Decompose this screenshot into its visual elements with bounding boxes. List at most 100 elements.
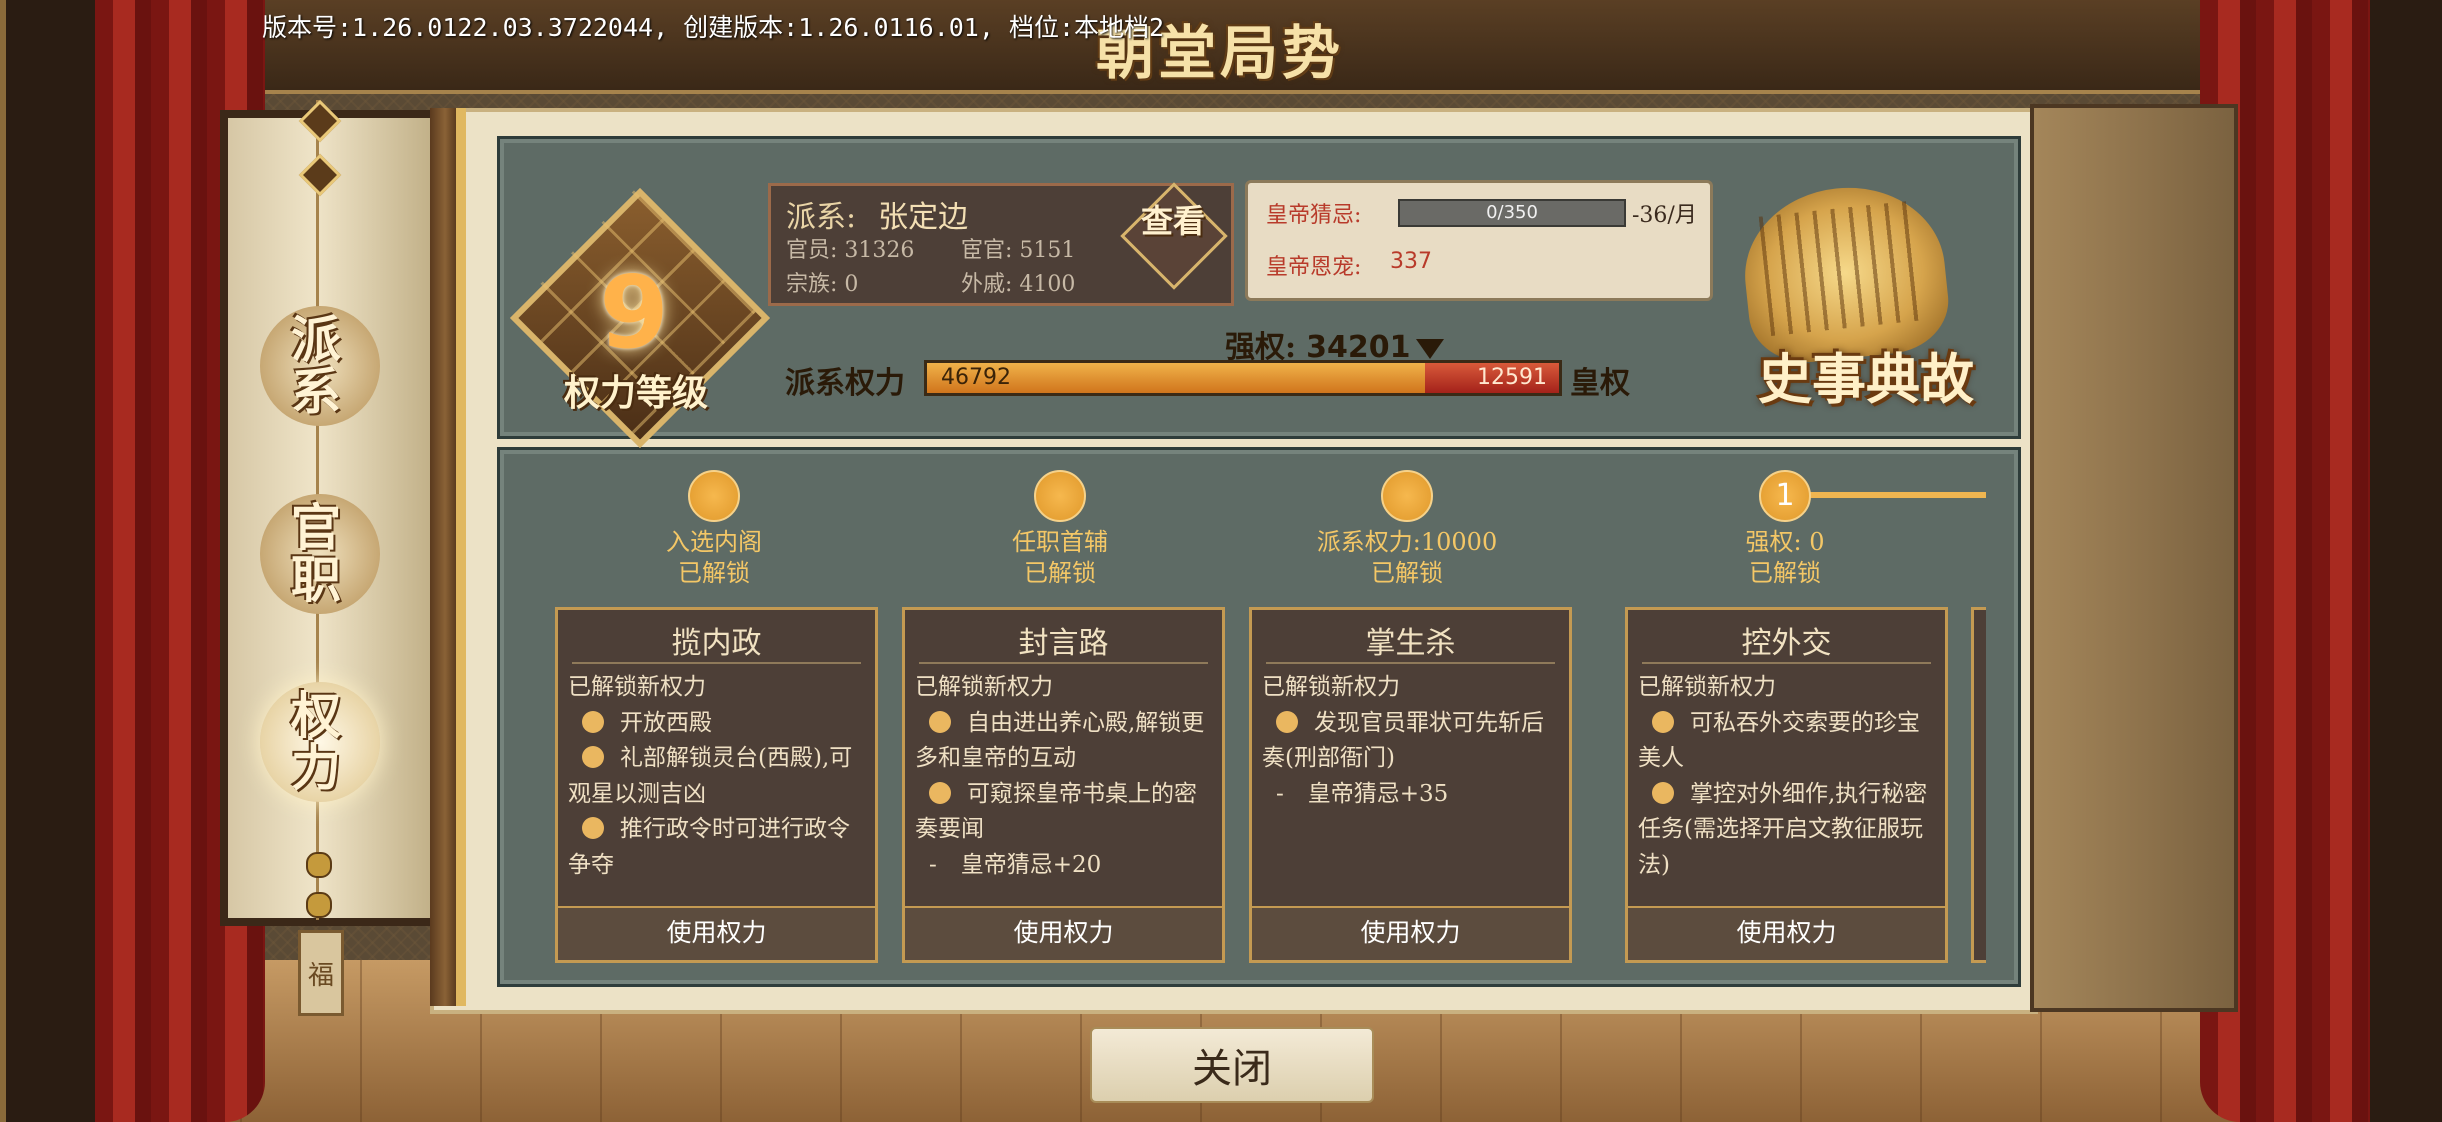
nav-power-label: 权力 <box>291 686 349 797</box>
milestone-title: 强权: 0 <box>1745 528 1825 556</box>
dash-icon: - <box>1276 780 1284 807</box>
card-title: 揽内政 <box>671 626 762 661</box>
eunuch-value: 5151 <box>1019 238 1076 263</box>
favor-value: 337 <box>1390 249 1432 274</box>
eunuch-stat: 宦官: 5151 <box>961 232 1075 264</box>
emperor-box: 皇帝猜忌: 0/350 -36/月 皇帝恩宠: 337 <box>1245 180 1713 301</box>
nav-faction-button[interactable]: 派系 <box>260 306 380 426</box>
use-power-button[interactable]: 使用权力 <box>1628 906 1945 960</box>
nav-office-label: 官职 <box>291 498 349 609</box>
nav-power-button[interactable]: 权力 <box>260 682 380 802</box>
card-item: 推行政令时可进行政令争夺 <box>568 812 865 883</box>
eunuch-label: 宦官: <box>961 238 1013 263</box>
card-body: 已解锁新权力 自由进出养心殿,解锁更多和皇帝的互动 可窥探皇帝书桌上的密奏要闻 … <box>915 670 1212 910</box>
triangle-down-icon <box>1416 339 1445 359</box>
bell-icon <box>306 852 332 878</box>
card-title: 掌生杀 <box>1365 626 1456 661</box>
suspicion-bar-text: 0/350 <box>1486 202 1538 223</box>
card-item-text: 礼部解锁灵台(西殿),可观星以测吉凶 <box>568 745 853 807</box>
use-power-button[interactable]: 使用权力 <box>1252 906 1569 960</box>
card-subtitle: 已解锁新权力 <box>568 674 706 700</box>
faction-name-line: 派系: 张定边 <box>786 192 968 236</box>
card-item-text: 掌控对外细作,执行秘密任务(需选择开启文教征服玩法) <box>1638 780 1928 878</box>
milestone-status: 已解锁 <box>1749 559 1821 587</box>
milestone-label: 派系权力:10000 已解锁 <box>1257 527 1557 589</box>
milestone-status: 已解锁 <box>1371 559 1443 587</box>
bullet-icon <box>582 746 604 768</box>
nav-faction-label: 派系 <box>291 310 349 421</box>
card-item: 开放西殿 <box>568 706 865 742</box>
use-power-button[interactable]: 使用权力 <box>905 906 1222 960</box>
faction-name: 张定边 <box>878 200 969 235</box>
card-item: 自由进出养心殿,解锁更多和皇帝的互动 <box>915 706 1212 777</box>
side-decor-panel <box>2030 104 2238 1012</box>
inlaw-stat: 外戚: 4100 <box>961 266 1075 298</box>
card-item: 发现官员罪状可先斩后奏(刑部衙门) <box>1262 706 1559 777</box>
clan-label: 宗族: <box>786 272 838 297</box>
card-subtitle: 已解锁新权力 <box>1638 674 1776 700</box>
card-item-text: 发现官员罪状可先斩后奏(刑部衙门) <box>1262 709 1544 772</box>
card-title: 控外交 <box>1741 626 1832 661</box>
card-subtitle: 已解锁新权力 <box>1262 674 1400 700</box>
card-item-text: 可私吞外交索要的珍宝美人 <box>1638 709 1920 772</box>
card-body: 已解锁新权力 开放西殿 礼部解锁灵台(西殿),可观星以测吉凶 推行政令时可进行政… <box>568 670 865 910</box>
imperial-power-value: 12591 <box>1477 365 1547 390</box>
view-faction-label[interactable]: 查看 <box>1128 204 1218 238</box>
card-divider <box>1266 662 1555 664</box>
card-effect: - 皇帝猜忌+35 <box>1262 777 1559 813</box>
card-divider <box>1642 662 1931 664</box>
suspicion-bar: 0/350 <box>1398 199 1626 227</box>
bell-icon <box>306 892 332 918</box>
milestone-status: 已解锁 <box>678 559 750 587</box>
milestone-title: 入选内阁 <box>666 528 762 556</box>
milestone-dot <box>1034 470 1086 522</box>
card-item-text: 可窥探皇帝书桌上的密奏要闻 <box>915 780 1197 843</box>
level-label: 权力等级 <box>563 372 708 414</box>
level-number: 9 <box>599 254 669 371</box>
card-divider <box>919 662 1208 664</box>
next-card-peek[interactable] <box>1971 607 1986 963</box>
milestone-title: 任职首辅 <box>1012 528 1108 556</box>
history-book-label[interactable]: 史事典故 <box>1726 335 2006 414</box>
card-item: 可窥探皇帝书桌上的密奏要闻 <box>915 777 1212 848</box>
nav-office-button[interactable]: 官职 <box>260 494 380 614</box>
bullet-icon <box>929 781 951 804</box>
clan-stat: 宗族: 0 <box>786 266 858 298</box>
faction-power-value: 46792 <box>941 365 1011 390</box>
favor-label: 皇帝恩宠: <box>1266 255 1362 280</box>
card-item-text: 推行政令时可进行政令争夺 <box>568 816 850 878</box>
milestone-status: 已解锁 <box>1024 559 1096 587</box>
imperial-power-label: 皇权 <box>1570 366 1630 401</box>
card-item: 礼部解锁灵台(西殿),可观星以测吉凶 <box>568 741 865 812</box>
power-balance-bar: 46792 12591 <box>924 360 1562 396</box>
scroll-rod <box>430 108 466 1006</box>
bullet-icon <box>1652 781 1674 804</box>
use-power-button[interactable]: 使用权力 <box>558 906 875 960</box>
official-label: 官员: <box>786 238 838 263</box>
close-button[interactable]: 关闭 <box>1090 1027 1374 1103</box>
card-effect-text: 皇帝猜忌+35 <box>1307 780 1449 807</box>
milestone-dot <box>688 470 740 522</box>
card-body: 已解锁新权力 发现官员罪状可先斩后奏(刑部衙门) - 皇帝猜忌+35 <box>1262 670 1559 910</box>
milestone-label: 强权: 0 已解锁 <box>1635 527 1935 589</box>
power-card: 掌生杀 已解锁新权力 发现官员罪状可先斩后奏(刑部衙门) - 皇帝猜忌+35 使用… <box>1249 607 1572 963</box>
card-item: 可私吞外交索要的珍宝美人 <box>1638 706 1935 777</box>
version-text: 版本号:1.26.0122.03.3722044, 创建版本:1.26.0116… <box>262 13 1165 42</box>
card-item-text: 自由进出养心殿,解锁更多和皇帝的互动 <box>915 709 1205 772</box>
bullet-icon <box>582 817 604 839</box>
card-item: 掌控对外细作,执行秘密任务(需选择开启文教征服玩法) <box>1638 777 1935 884</box>
bullet-icon <box>1276 710 1298 733</box>
card-title: 封言路 <box>1018 626 1109 661</box>
inlaw-label: 外戚: <box>961 272 1013 297</box>
dash-icon: - <box>929 851 937 878</box>
game-scene: 朝堂局势 版本号:1.26.0122.03.3722044, 创建版本:1.26… <box>0 0 2442 1122</box>
card-body: 已解锁新权力 可私吞外交索要的珍宝美人 掌控对外细作,执行秘密任务(需选择开启文… <box>1638 670 1935 910</box>
power-card: 封言路 已解锁新权力 自由进出养心殿,解锁更多和皇帝的互动 可窥探皇帝书桌上的密… <box>902 607 1225 963</box>
bullet-icon <box>929 710 951 733</box>
official-value: 31326 <box>844 238 915 263</box>
card-divider <box>572 662 861 664</box>
power-card: 揽内政 已解锁新权力 开放西殿 礼部解锁灵台(西殿),可观星以测吉凶 推行政令时… <box>555 607 878 963</box>
milestone-label: 入选内阁 已解锁 <box>564 527 864 589</box>
card-subtitle: 已解锁新权力 <box>915 674 1053 700</box>
suspicion-label: 皇帝猜忌: <box>1266 203 1362 228</box>
